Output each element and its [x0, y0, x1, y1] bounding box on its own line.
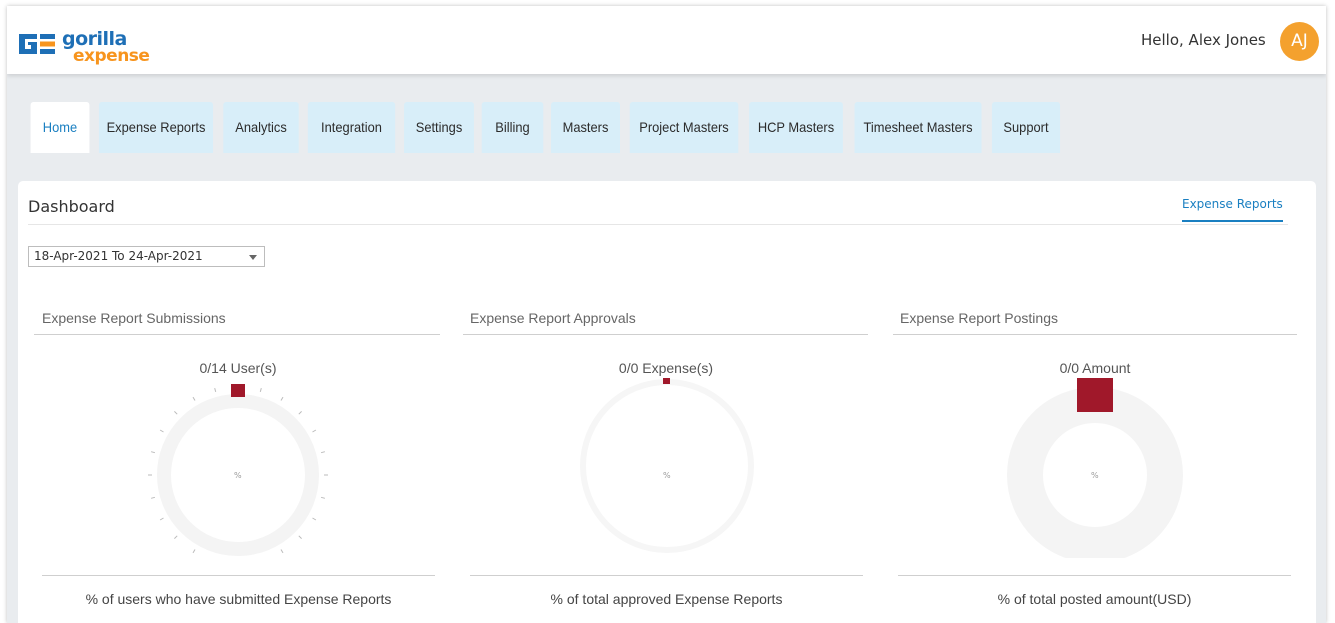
gauge-tick	[174, 411, 178, 415]
stat-approvals: 0/0 Expense(s)	[618, 360, 714, 376]
gauge-center-percent: %	[663, 471, 671, 480]
gauge-tick	[320, 451, 326, 454]
footer-postings: % of total posted amount(USD)	[997, 591, 1192, 607]
gauge-tick	[280, 396, 284, 401]
gauge-tick	[259, 387, 262, 393]
gauge-tick	[150, 496, 156, 499]
gauge-marker	[231, 384, 245, 397]
date-range-value: 18-Apr-2021 To 24-Apr-2021	[34, 249, 203, 263]
gauge-tick	[298, 411, 302, 415]
gauge-center-percent: %	[1091, 471, 1099, 480]
gauge-tick	[192, 549, 196, 554]
gauge-marker	[1077, 378, 1113, 412]
dashboard-divider	[28, 224, 1288, 225]
caret-down-icon	[249, 255, 257, 260]
user-greeting: Hello, Alex Jones	[1141, 31, 1266, 49]
tab-timesheet-masters[interactable]: Timesheet Masters	[854, 102, 982, 153]
panel-title-submissions: Expense Report Submissions	[42, 310, 226, 326]
panel-divider	[898, 575, 1291, 576]
gauge-tick	[214, 387, 217, 393]
gauge-submissions: %	[148, 384, 328, 558]
gauge-tick	[192, 396, 196, 401]
top-bar: gorilla expense Hello, Alex Jones AJ	[7, 6, 1326, 74]
tab-expense-reports[interactable]: Expense Reports	[98, 102, 214, 153]
panel-divider	[470, 575, 863, 576]
gauge-tick	[312, 429, 317, 433]
footer-submissions: % of users who have submitted Expense Re…	[85, 591, 392, 607]
gauge-marker	[663, 378, 670, 384]
gauge-tick	[312, 517, 317, 521]
gauge-postings: %	[1007, 378, 1183, 558]
stat-postings: 0/0 Amount	[1059, 360, 1131, 376]
panel-divider	[893, 334, 1297, 335]
tab-support[interactable]: Support	[991, 102, 1061, 153]
panel-title-approvals: Expense Report Approvals	[470, 310, 636, 326]
tab-analytics[interactable]: Analytics	[223, 102, 299, 153]
logo-mark-icon	[19, 34, 55, 54]
expense-reports-link[interactable]: Expense Reports	[1182, 197, 1283, 222]
tab-billing[interactable]: Billing	[481, 102, 544, 153]
panel-divider	[463, 334, 868, 335]
gauge-tick	[174, 535, 178, 539]
tab-masters[interactable]: Masters	[551, 102, 620, 153]
panel-divider	[42, 575, 435, 576]
gauge-approvals: %	[580, 378, 754, 553]
tab-settings[interactable]: Settings	[404, 102, 474, 153]
footer-approvals: % of total approved Expense Reports	[550, 591, 783, 607]
gauge-center-percent: %	[234, 471, 242, 480]
tab-hcp-masters[interactable]: HCP Masters	[749, 102, 843, 153]
gauge-tick	[280, 549, 284, 554]
tab-integration[interactable]: Integration	[307, 102, 396, 153]
panel-divider	[34, 334, 440, 335]
gauge-tick	[159, 429, 164, 433]
tab-home[interactable]: Home	[30, 102, 90, 153]
gauge-tick	[320, 496, 326, 499]
gauge-tick	[159, 517, 164, 521]
gauge-tick	[150, 451, 156, 454]
gorilla-expense-logo[interactable]: gorilla expense	[17, 28, 177, 66]
date-range-select[interactable]: 18-Apr-2021 To 24-Apr-2021	[28, 246, 265, 267]
user-avatar[interactable]: AJ	[1280, 22, 1319, 61]
gauge-track	[580, 379, 754, 553]
tab-project-masters[interactable]: Project Masters	[629, 102, 739, 153]
gauge-tick	[298, 535, 302, 539]
panel-title-postings: Expense Report Postings	[900, 310, 1058, 326]
dashboard-title: Dashboard	[28, 197, 115, 216]
stat-submissions: 0/14 User(s)	[199, 360, 277, 376]
logo-word-expense: expense	[73, 46, 150, 66]
